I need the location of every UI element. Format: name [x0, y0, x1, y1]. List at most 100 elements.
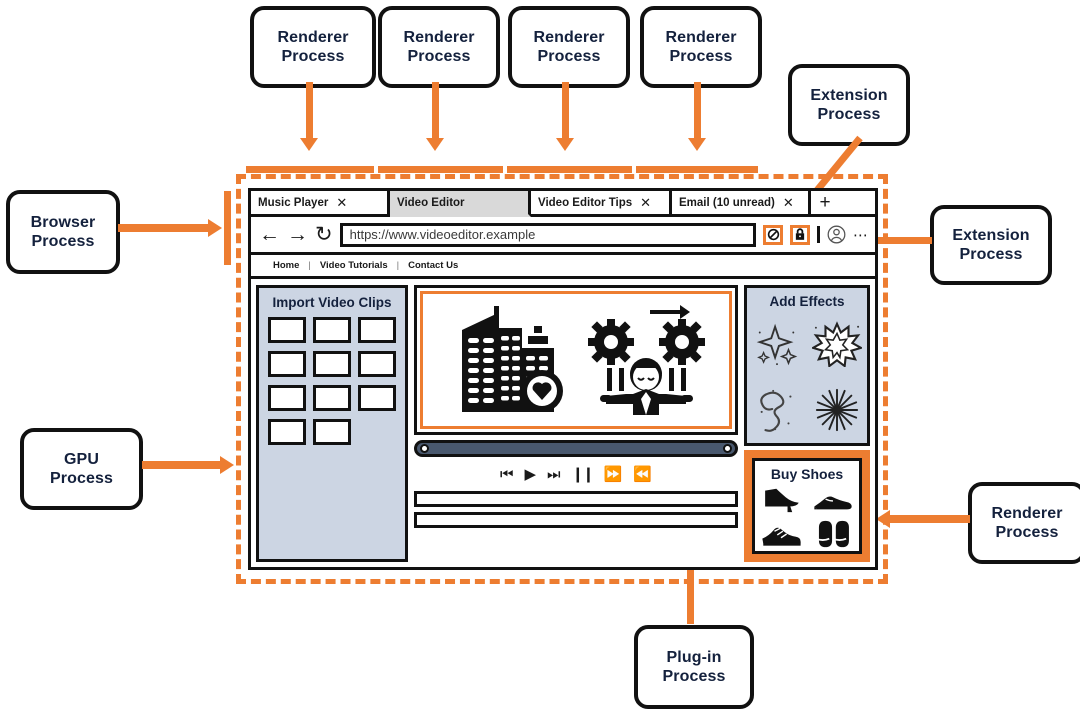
- ad-title: Buy Shoes: [770, 466, 844, 482]
- arrow-renderer-2-head: [426, 138, 444, 151]
- slippers-icon[interactable]: [816, 519, 850, 549]
- browser-process-bracket: [224, 191, 231, 265]
- tab-strip-filler: [839, 191, 875, 217]
- arrow-renderer-1-head: [300, 138, 318, 151]
- video-editor-main: ⏮ ▶ ⏭ ❙❙ ⏩ ⏪: [414, 285, 738, 562]
- callout-line1: GPU: [64, 450, 99, 468]
- overflow-menu-icon[interactable]: ⋯: [853, 226, 868, 244]
- arrow-renderer-4-head: [688, 138, 706, 151]
- tab-label: Video Editor Tips: [538, 196, 633, 209]
- callout-browser-process: Browser Process: [6, 190, 120, 274]
- callout-renderer-1: Renderer Process: [250, 6, 376, 88]
- callout-renderer-4: Renderer Process: [640, 6, 762, 88]
- right-rail: Add Effects Buy Shoes: [744, 285, 870, 562]
- callout-line1: Renderer: [665, 28, 737, 46]
- nav-link-contact-us[interactable]: Contact Us: [408, 260, 458, 271]
- callout-line2: Process: [669, 48, 733, 65]
- callout-plugin-process: Plug-in Process: [634, 625, 754, 709]
- new-tab-button[interactable]: +: [811, 191, 839, 217]
- arrow-renderer-1-shaft: [306, 82, 313, 140]
- clip-thumbnail[interactable]: [313, 385, 351, 411]
- video-preview-content: [420, 291, 732, 429]
- callout-line2: Process: [817, 106, 881, 123]
- tab-video-editor[interactable]: Video Editor: [390, 191, 531, 217]
- clip-thumbnail[interactable]: [268, 351, 306, 377]
- tab-indicator-bar-4: [636, 166, 758, 173]
- scrubber-handle-right[interactable]: [723, 444, 732, 453]
- high-heel-shoe-icon[interactable]: [761, 486, 801, 514]
- clip-thumbnail[interactable]: [313, 351, 351, 377]
- arrow-renderer-3-shaft: [562, 82, 569, 140]
- tab-email[interactable]: Email (10 unread) ✕: [672, 191, 811, 217]
- callout-line1: Plug-in: [666, 648, 722, 666]
- callout-renderer-right: Renderer Process: [968, 482, 1080, 564]
- timeline-track[interactable]: [414, 512, 738, 528]
- tab-label: Music Player: [258, 196, 329, 209]
- clip-thumbnail-grid: [268, 317, 396, 445]
- firework-effect-icon[interactable]: [813, 387, 861, 433]
- clip-thumbnail[interactable]: [358, 385, 396, 411]
- sneaker-shoe-icon[interactable]: [760, 520, 802, 548]
- dress-shoe-icon[interactable]: [812, 486, 854, 514]
- clip-thumbnail[interactable]: [268, 419, 306, 445]
- nav-separator: |: [308, 260, 311, 271]
- callout-line2: Process: [407, 48, 471, 65]
- callout-line1: Browser: [30, 213, 96, 231]
- callout-line2: Process: [50, 470, 113, 487]
- callout-line1: Extension: [810, 86, 888, 104]
- tab-indicator-bar-3: [507, 166, 632, 173]
- reload-icon[interactable]: ↻: [315, 224, 333, 245]
- url-text: https://www.videoeditor.example: [349, 227, 536, 242]
- callout-line1: Renderer: [533, 28, 605, 46]
- tab-video-editor-tips[interactable]: Video Editor Tips ✕: [531, 191, 672, 217]
- address-bar-row: ← → ↻ https://www.videoeditor.example ⋯: [251, 217, 875, 255]
- arrow-browser-shaft: [118, 224, 210, 232]
- buy-shoes-ad[interactable]: Buy Shoes: [752, 458, 862, 554]
- tab-music-player[interactable]: Music Player ✕: [251, 191, 390, 217]
- video-scrubber[interactable]: [414, 440, 738, 457]
- url-input[interactable]: https://www.videoeditor.example: [339, 222, 756, 247]
- fast-forward-button[interactable]: ⏩: [604, 467, 623, 482]
- nav-link-home[interactable]: Home: [273, 260, 299, 271]
- callout-line1: Renderer: [991, 504, 1063, 522]
- block-icon[interactable]: [763, 224, 783, 245]
- clip-thumbnail[interactable]: [358, 317, 396, 343]
- timeline-track[interactable]: [414, 491, 738, 507]
- close-icon[interactable]: ✕: [336, 195, 347, 211]
- skip-back-button[interactable]: ⏮: [500, 467, 514, 482]
- callout-line2: Process: [31, 233, 95, 250]
- close-icon[interactable]: ✕: [640, 195, 651, 211]
- arrow-renderer-3-head: [556, 138, 574, 151]
- nav-link-video-tutorials[interactable]: Video Tutorials: [320, 260, 388, 271]
- scrubber-handle-left[interactable]: [420, 444, 429, 453]
- rewind-button[interactable]: ⏪: [633, 467, 652, 482]
- tab-indicator-bar-1: [246, 166, 374, 173]
- pause-button[interactable]: ❙❙: [572, 467, 595, 482]
- callout-line1: Renderer: [277, 28, 349, 46]
- callout-line2: Process: [959, 246, 1023, 263]
- skip-forward-button[interactable]: ⏭: [547, 467, 561, 482]
- clip-thumbnail[interactable]: [268, 385, 306, 411]
- back-icon[interactable]: ←: [259, 224, 280, 245]
- sparkle-effect-icon[interactable]: [754, 321, 800, 367]
- forward-icon[interactable]: →: [287, 224, 308, 245]
- play-button[interactable]: ▶: [524, 467, 536, 482]
- close-icon[interactable]: ✕: [783, 195, 794, 211]
- nav-separator: |: [396, 260, 400, 271]
- clip-thumbnail[interactable]: [313, 317, 351, 343]
- tab-strip: Music Player ✕ Video Editor Video Editor…: [251, 191, 875, 217]
- profile-icon[interactable]: [827, 225, 846, 244]
- arrow-browser-head: [208, 219, 222, 237]
- import-panel-title: Import Video Clips: [272, 295, 392, 310]
- arrow-renderer-4-shaft: [694, 82, 701, 140]
- arrow-gpu-head: [220, 456, 234, 474]
- callout-gpu-process: GPU Process: [20, 428, 143, 510]
- clip-thumbnail[interactable]: [358, 351, 396, 377]
- starburst-effect-icon[interactable]: [812, 321, 862, 367]
- lock-icon[interactable]: [790, 224, 810, 245]
- browser-window: Music Player ✕ Video Editor Video Editor…: [248, 188, 878, 570]
- clip-thumbnail[interactable]: [313, 419, 351, 445]
- swirl-effect-icon[interactable]: [754, 387, 800, 433]
- callout-line2: Process: [662, 668, 726, 685]
- clip-thumbnail[interactable]: [268, 317, 306, 343]
